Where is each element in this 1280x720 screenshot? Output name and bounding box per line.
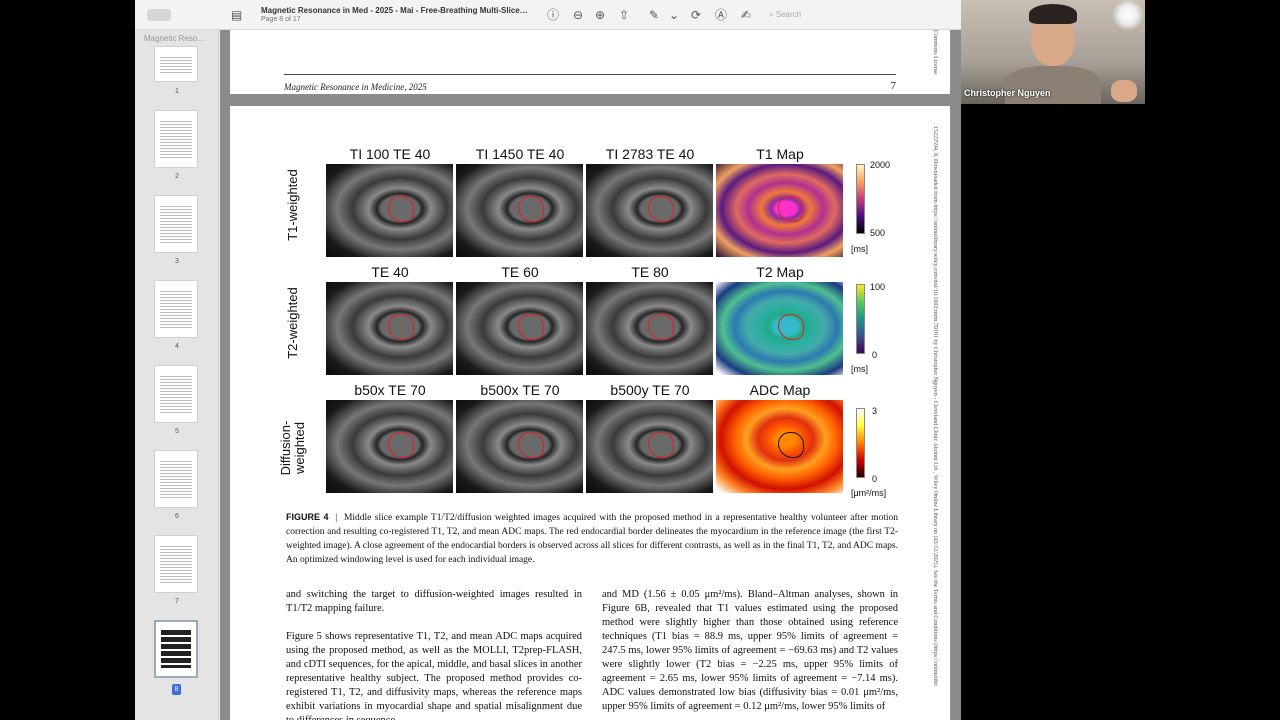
share-icon[interactable]: ⇧: [619, 8, 629, 22]
colorbar-min: 0: [872, 350, 878, 360]
page-thumbnail-5[interactable]: [154, 365, 198, 423]
col-label: b50x TE 70: [354, 382, 426, 398]
participant-name: Christopher Nguyen: [964, 88, 1051, 98]
figure-caption: FIGURE 4 | Middle slice example T1/T2/di…: [286, 512, 898, 565]
body-left-para-1: and switching the target to diffusion-we…: [286, 589, 582, 614]
row-label: T1-weighted: [285, 169, 300, 241]
body-right-para-1: and MD (1.56 ± 0.05 μm²/ms). Bland–Altma…: [602, 589, 898, 712]
page-number-8: 8: [172, 684, 181, 695]
page-number-1: 1: [175, 88, 179, 95]
page-8: 15222594, 0, Downloaded from https://onl…: [230, 106, 950, 720]
search-icon: ⌕: [769, 10, 774, 19]
sidebar-toggle-button[interactable]: [147, 9, 171, 21]
webcam-feed: Christopher Nguyen: [961, 0, 1145, 104]
highlight-pen-icon[interactable]: ✎: [649, 8, 659, 22]
search-placeholder: Search: [775, 10, 802, 19]
preview-window: ▤ Magnetic Resonance in Med - 2025 - Mai…: [135, 0, 961, 720]
colorbar-max: 3: [872, 406, 878, 416]
body-left-para-2: Figure 5 shows representative T1, T2, an…: [286, 631, 582, 720]
col-label: ADC Map: [749, 382, 811, 398]
colorbar-unit: [ms]: [851, 364, 868, 374]
page-thumbnail-7[interactable]: [154, 535, 198, 593]
t2-map: [716, 282, 843, 375]
page-thumbnail-1[interactable]: [154, 46, 198, 82]
col-label: T2 Map: [756, 264, 804, 280]
markup-icon[interactable]: Ⓐ: [715, 8, 727, 22]
col-label: TE 60: [501, 264, 539, 280]
page-7-bottom: Magnetic Resonance in Medicine, 2025 7 C…: [230, 30, 950, 94]
zoom-in-icon[interactable]: ⊕: [595, 8, 605, 22]
page-number: 7: [890, 80, 897, 92]
adc-map: [716, 400, 843, 493]
page-number-6: 6: [175, 513, 179, 520]
search-field[interactable]: ⌕ Search: [765, 7, 885, 23]
col-label: TE 80: [631, 264, 669, 280]
colorbar-unit: [ms]: [851, 244, 868, 254]
header-rule: [284, 74, 896, 75]
speaker-hair: [1029, 4, 1077, 24]
side-license-text: Commons License: [932, 30, 938, 75]
mri-image: [326, 400, 453, 493]
colorbar-max: 2000: [870, 160, 891, 170]
mri-image: [326, 282, 453, 375]
caption-text: Middle slice example T1/T2/diffusion wei…: [286, 513, 898, 565]
col-label: TE 40: [371, 264, 409, 280]
title-bar: ▤ Magnetic Resonance in Med - 2025 - Mai…: [135, 0, 961, 30]
view-menu-icon[interactable]: ▤: [231, 8, 242, 22]
col-label: T1 Map: [756, 146, 804, 162]
page-number-5: 5: [175, 428, 179, 435]
col-label: b500y TE 70: [610, 382, 690, 398]
page-number-4: 4: [175, 343, 179, 350]
running-header: Magnetic Resonance in Medicine, 2025: [284, 82, 427, 92]
sign-icon[interactable]: ✍: [741, 8, 751, 22]
mri-image: [456, 400, 583, 493]
mri-image: [456, 164, 583, 257]
colorbar-max: 100: [870, 282, 886, 292]
rotate-icon[interactable]: ⟳: [691, 8, 701, 22]
mri-image: [586, 282, 713, 375]
speaker-hand: [1111, 80, 1137, 102]
col-label: b500x TE 70: [480, 382, 560, 398]
mri-image: [326, 164, 453, 257]
page-thumbnail-3[interactable]: [154, 195, 198, 253]
col-label: TI 2783 TE 40: [605, 146, 695, 162]
document-title: Magnetic Resonance in Med - 2025 - Mai -…: [261, 6, 528, 15]
colorbar-min: 0: [872, 474, 878, 484]
colorbar-min: 500: [870, 228, 886, 238]
adc-colorbar: [856, 408, 865, 478]
chevron-down-icon[interactable]: ⌄: [669, 8, 679, 22]
info-icon[interactable]: ⓘ: [547, 8, 559, 22]
caption-label: FIGURE 4: [286, 512, 329, 522]
page-thumbnail-4[interactable]: [154, 280, 198, 338]
figure-4: TI 100 TE 40 TI 1450 TE 40 TI 2783 TE 40…: [278, 146, 902, 498]
row-label: T2-weighted: [285, 287, 300, 359]
sidebar-header: Magnetic Reso…: [144, 34, 206, 43]
page-number-3: 3: [175, 258, 179, 265]
zoom-out-icon[interactable]: ⊖: [573, 8, 583, 22]
document-viewer[interactable]: Magnetic Resonance in Medicine, 2025 7 C…: [220, 30, 961, 720]
page-number-7: 7: [175, 598, 179, 605]
lamp: [1111, 0, 1145, 30]
row-label: Diffusion-weighted: [278, 420, 307, 476]
page-indicator: Page 8 of 17: [261, 16, 301, 23]
page-thumbnail-6[interactable]: [154, 450, 198, 508]
col-label: TI 1450 TE 40: [475, 146, 565, 162]
col-label: TI 100 TE 40: [349, 146, 431, 162]
t1-colorbar: [856, 164, 865, 234]
t1-map: [716, 164, 843, 257]
mri-image: [586, 400, 713, 493]
mri-image: [456, 282, 583, 375]
side-download-text: 15222594, 0, Downloaded from https://onl…: [932, 126, 938, 686]
speaker-body: [1005, 66, 1101, 104]
page-number-2: 2: [175, 173, 179, 180]
page-thumbnail-8[interactable]: [154, 620, 198, 678]
mri-image: [586, 164, 713, 257]
page-thumbnail-2[interactable]: [154, 110, 198, 168]
colorbar-unit: [μm²/ms]: [851, 488, 887, 498]
t2-colorbar: [856, 284, 865, 354]
thumbnail-sidebar: Magnetic Reso… 1 2 3 4 5 6 7 8: [135, 30, 219, 720]
